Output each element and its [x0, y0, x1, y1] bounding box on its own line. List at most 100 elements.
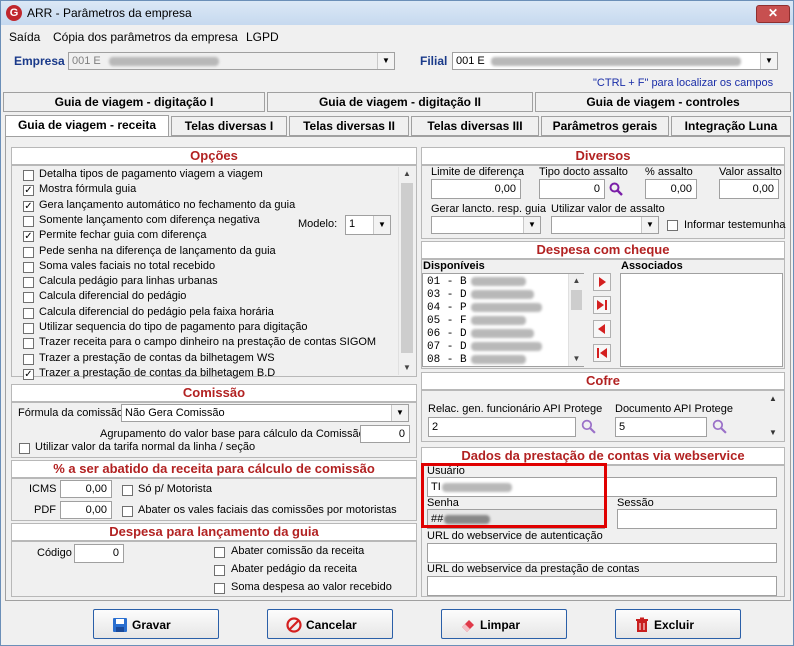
opcao-checkbox[interactable]: [23, 170, 34, 181]
list-item[interactable]: 06 - D: [427, 328, 534, 340]
motorista-checkbox[interactable]: [122, 485, 133, 496]
list-item[interactable]: 04 - P: [427, 302, 542, 314]
icms-input[interactable]: 0,00: [60, 480, 112, 498]
valor-assalto-input[interactable]: 0,00: [719, 179, 779, 199]
informar-testemunha-checkbox[interactable]: [667, 220, 678, 231]
menu-copia-parametros[interactable]: Cópia dos parâmetros da empresa: [53, 30, 238, 44]
opcao-checkbox[interactable]: [23, 353, 34, 365]
search-icon[interactable]: [581, 419, 596, 434]
redacted-text: [470, 354, 526, 364]
abater-comissao-label: Abater comissão da receita: [231, 545, 365, 557]
utilizar-assalto-select[interactable]: ▼: [551, 216, 659, 234]
move-right-button[interactable]: [593, 273, 611, 291]
associados-label: Associados: [621, 260, 683, 272]
opcao-checkbox[interactable]: [23, 277, 34, 289]
scroll-down-icon[interactable]: ▼: [769, 428, 777, 437]
tarifa-checkbox[interactable]: [19, 443, 30, 454]
relac-input[interactable]: 2: [428, 417, 576, 437]
chevron-down-icon[interactable]: ▼: [523, 217, 540, 233]
tab-guia-receita[interactable]: Guia de viagem - receita: [5, 115, 169, 137]
scroll-up-icon[interactable]: ▲: [769, 394, 777, 403]
excluir-button[interactable]: Excluir: [615, 609, 741, 639]
abater-pedagio-checkbox[interactable]: [214, 565, 225, 576]
chevron-down-icon[interactable]: ▼: [760, 53, 777, 69]
modelo-value: 1: [349, 218, 356, 230]
cancelar-button[interactable]: Cancelar: [267, 609, 393, 639]
tab-telas-diversas-3[interactable]: Telas diversas III: [411, 116, 539, 136]
chevron-down-icon[interactable]: ▼: [641, 217, 658, 233]
url-prestacao-input[interactable]: [427, 576, 777, 596]
scroll-thumb[interactable]: [571, 290, 582, 310]
move-all-left-button[interactable]: [593, 344, 611, 362]
vales-label: Abater os vales faciais das comissões po…: [138, 504, 397, 516]
limite-input[interactable]: 0,00: [431, 179, 521, 199]
formula-select[interactable]: Não Gera Comissão ▼: [121, 404, 409, 422]
chevron-down-icon[interactable]: ▼: [391, 405, 408, 421]
list-item[interactable]: 08 - B: [427, 354, 526, 366]
opcao-checkbox[interactable]: [23, 323, 34, 334]
opcao-checkbox[interactable]: [23, 246, 34, 258]
pct-assalto-input[interactable]: 0,00: [645, 179, 697, 199]
opcao-checkbox[interactable]: [23, 307, 34, 319]
limpar-button[interactable]: Limpar: [441, 609, 567, 639]
gravar-button[interactable]: Gravar: [93, 609, 219, 639]
tab-guia-digitacao-1[interactable]: Guia de viagem - digitação I: [3, 92, 265, 112]
chevron-down-icon[interactable]: ▼: [377, 53, 394, 69]
search-icon[interactable]: [712, 419, 727, 434]
opcao-checkbox[interactable]: ✓: [23, 185, 34, 197]
cheque-scrollbar[interactable]: ▲ ▼: [568, 274, 584, 366]
opcao-checkbox[interactable]: [23, 261, 34, 273]
opcao-checkbox[interactable]: [23, 338, 34, 350]
cheque-title: Despesa com cheque: [421, 241, 785, 259]
tab-guia-digitacao-2[interactable]: Guia de viagem - digitação II: [267, 92, 533, 112]
tab-guia-controles[interactable]: Guia de viagem - controles: [535, 92, 791, 112]
scroll-up-icon[interactable]: ▲: [569, 274, 584, 288]
scroll-thumb[interactable]: [401, 183, 413, 353]
list-item[interactable]: 07 - D: [427, 341, 542, 353]
gerar-lancto-select[interactable]: ▼: [431, 216, 541, 234]
codigo-input[interactable]: 0: [74, 544, 124, 563]
empresa-select[interactable]: 001 E ▼: [68, 52, 395, 70]
chevron-down-icon[interactable]: ▼: [373, 216, 390, 234]
arrow-first-icon: [597, 348, 607, 358]
tab-telas-diversas-1[interactable]: Telas diversas I: [171, 116, 287, 136]
limpar-label: Limpar: [480, 618, 521, 632]
modelo-select[interactable]: 1 ▼: [345, 215, 391, 235]
move-all-right-button[interactable]: [593, 296, 611, 314]
menu-saida[interactable]: Saída: [9, 30, 40, 44]
abater-comissao-checkbox[interactable]: [214, 547, 225, 558]
scroll-down-icon[interactable]: ▼: [569, 352, 584, 366]
tab-telas-diversas-2[interactable]: Telas diversas II: [289, 116, 409, 136]
soma-despesa-checkbox[interactable]: [214, 583, 225, 594]
doc-protege-input[interactable]: 5: [615, 417, 707, 437]
agrupamento-input[interactable]: 0: [360, 425, 410, 443]
opcao-checkbox[interactable]: ✓: [23, 368, 34, 380]
opcao-checkbox[interactable]: [23, 215, 34, 227]
vales-checkbox[interactable]: [122, 506, 133, 517]
pdf-input[interactable]: 0,00: [60, 501, 112, 519]
tab-parametros-gerais[interactable]: Parâmetros gerais: [541, 116, 669, 136]
tab-integracao-luna[interactable]: Integração Luna: [671, 116, 791, 136]
arrow-left-icon: [598, 324, 605, 334]
search-icon[interactable]: [609, 182, 623, 196]
opcoes-scrollbar[interactable]: ▲ ▼: [398, 167, 415, 375]
filial-select[interactable]: 001 E ▼: [452, 52, 778, 70]
opcao-checkbox[interactable]: ✓: [23, 200, 34, 212]
list-item[interactable]: 01 - B: [427, 276, 526, 288]
associados-list[interactable]: [620, 273, 783, 367]
sessao-input[interactable]: [617, 509, 777, 529]
opcao-checkbox[interactable]: [23, 292, 34, 304]
menu-lgpd[interactable]: LGPD: [246, 30, 279, 44]
close-button[interactable]: ✕: [756, 5, 790, 23]
url-auth-input[interactable]: [427, 543, 777, 563]
disponiveis-list[interactable]: 01 - B 03 - D 04 - P 05 - F 06 - D 07 - D 08 -…: [422, 273, 584, 367]
move-left-button[interactable]: [593, 320, 611, 338]
scroll-down-icon[interactable]: ▼: [399, 361, 415, 375]
pdf-value: 0,00: [85, 504, 107, 516]
scroll-up-icon[interactable]: ▲: [399, 167, 415, 181]
list-item-label: 05 - F: [427, 315, 467, 327]
opcao-checkbox[interactable]: ✓: [23, 231, 34, 243]
list-item[interactable]: 05 - F: [427, 315, 526, 327]
tipo-assalto-input[interactable]: 0: [539, 179, 605, 199]
list-item[interactable]: 03 - D: [427, 289, 534, 301]
